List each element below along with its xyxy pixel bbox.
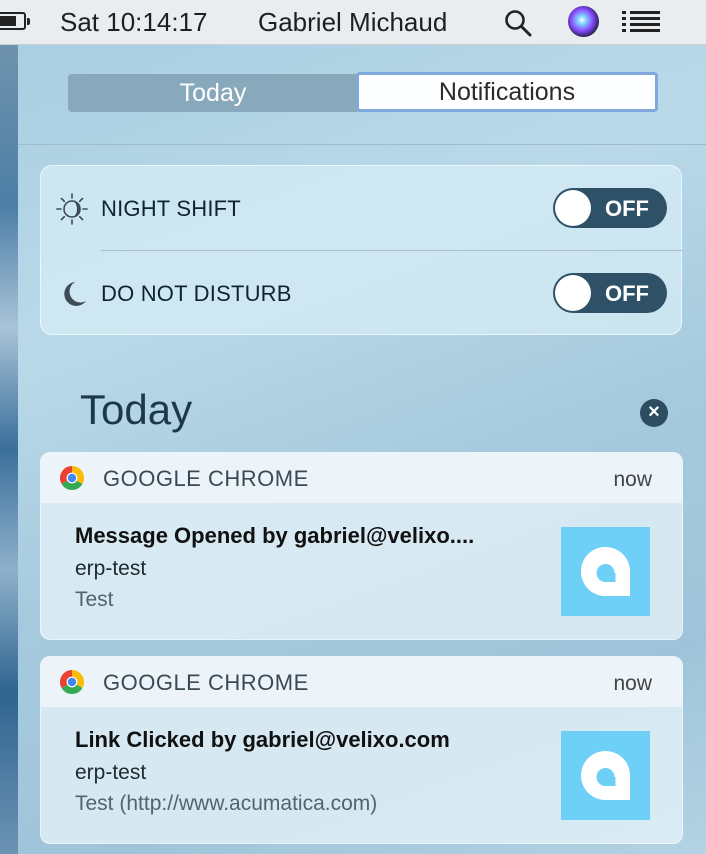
notification-title: Link Clicked by gabriel@velixo.com — [75, 727, 450, 752]
tab-today[interactable]: Today — [68, 74, 358, 112]
header-divider — [18, 144, 706, 145]
notification-body: Test — [75, 588, 114, 611]
notification-subtitle: erp-test — [75, 761, 147, 784]
desktop-background — [0, 44, 18, 854]
notification-time: now — [613, 672, 652, 695]
siri-icon[interactable] — [568, 6, 599, 37]
app-logo-icon — [561, 731, 650, 820]
night-shift-icon — [56, 193, 88, 225]
toggle-state: OFF — [605, 196, 649, 221]
toggle-knob — [555, 190, 591, 226]
toggle-knob — [555, 275, 591, 311]
view-switcher: Today Notifications — [68, 72, 660, 114]
search-icon[interactable] — [503, 8, 533, 38]
do-not-disturb-toggle[interactable]: OFF — [553, 273, 667, 313]
night-shift-label: NIGHT SHIFT — [101, 196, 241, 221]
chrome-icon — [60, 466, 84, 490]
menubar-user[interactable]: Gabriel Michaud — [258, 7, 447, 38]
app-logo-icon — [561, 527, 650, 616]
notification-subtitle: erp-test — [75, 557, 147, 580]
close-icon[interactable]: × — [640, 399, 668, 427]
notification-time: now — [613, 468, 652, 491]
menu-bar: Sat 10:14:17 Gabriel Michaud — [0, 0, 706, 45]
notification-header: GOOGLE CHROME now — [41, 453, 682, 503]
menubar-clock[interactable]: Sat 10:14:17 — [60, 7, 207, 38]
chrome-icon — [60, 670, 84, 694]
notification-title: Message Opened by gabriel@velixo.... — [75, 523, 475, 548]
do-not-disturb-row: DO NOT DISTURB OFF — [41, 251, 681, 336]
notification-app-name: GOOGLE CHROME — [103, 670, 309, 695]
list-icon[interactable] — [622, 10, 662, 34]
night-shift-toggle[interactable]: OFF — [553, 188, 667, 228]
section-title: Today — [80, 386, 193, 433]
quick-toggles-card: NIGHT SHIFT OFF DO NOT DISTURB OFF — [40, 165, 683, 336]
notification-header: GOOGLE CHROME now — [41, 657, 682, 707]
notification-app-name: GOOGLE CHROME — [103, 466, 309, 491]
do-not-disturb-label: DO NOT DISTURB — [101, 281, 292, 306]
battery-icon[interactable] — [0, 12, 30, 30]
notification-card[interactable]: GOOGLE CHROME now Message Opened by gabr… — [40, 452, 683, 640]
notification-body: Test (http://www.acumatica.com) — [75, 792, 378, 815]
night-shift-row: NIGHT SHIFT OFF — [41, 166, 681, 251]
moon-icon — [64, 282, 86, 306]
notification-card[interactable]: GOOGLE CHROME now Link Clicked by gabrie… — [40, 656, 683, 844]
tab-notifications[interactable]: Notifications — [356, 72, 658, 112]
toggle-state: OFF — [605, 281, 649, 306]
